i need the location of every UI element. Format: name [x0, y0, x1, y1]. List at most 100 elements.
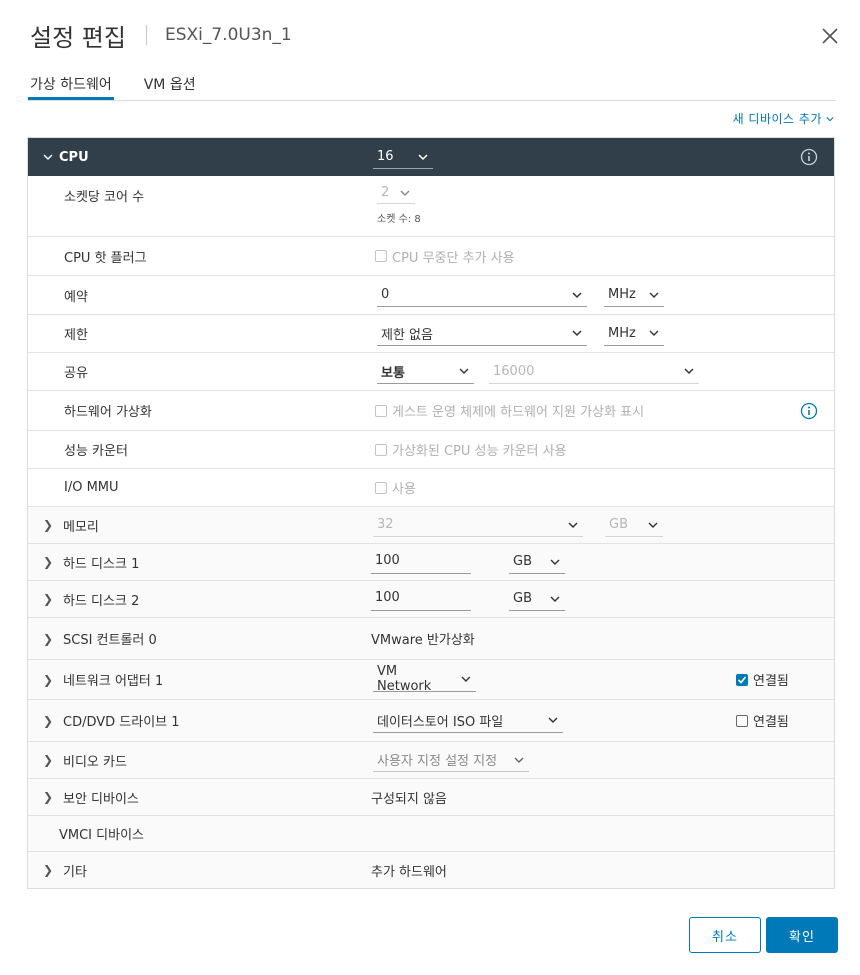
- iommu-checkbox-label: 사용: [392, 482, 416, 497]
- chevron-right-icon[interactable]: ❯: [43, 632, 57, 646]
- scsi-value: VMware 반가상화: [371, 633, 475, 648]
- hw-virtualization-label: 하드웨어 가상화: [64, 405, 152, 420]
- hard-disk-1-label-wrap: ❯ 하드 디스크 1: [43, 544, 139, 580]
- cpu-hot-plug-label: CPU 핫 플러그: [64, 250, 147, 266]
- chevron-right-icon[interactable]: ❯: [43, 555, 57, 569]
- hardware-grid: CPU 16 소켓당 코어 수 2 소켓 수: 8 CPU 핫 플러그 CPU …: [27, 137, 835, 889]
- limit-input[interactable]: 제한 없음: [377, 322, 587, 346]
- hard-disk-2-size-input[interactable]: 100: [371, 587, 471, 611]
- checkbox-box-checked: [736, 673, 748, 686]
- checkbox-box: [375, 481, 387, 494]
- cdrom-connected-checkbox[interactable]: 연결됨: [736, 711, 789, 730]
- other-row[interactable]: ❯ 기타 추가 하드웨어: [28, 852, 834, 888]
- chevron-down-icon: [572, 291, 582, 298]
- chevron-down-icon: [550, 596, 560, 602]
- reservation-unit-select[interactable]: MHz: [604, 283, 664, 307]
- chevron-down-icon[interactable]: [43, 152, 53, 162]
- cdrom-value: 데이터스토어 ISO 파일: [377, 714, 504, 730]
- reservation-unit: MHz: [608, 287, 636, 302]
- scsi-controller-row[interactable]: ❯ SCSI 컨트롤러 0 VMware 반가상화: [28, 618, 834, 660]
- memory-label-wrap: ❯ 메모리: [43, 507, 99, 543]
- dialog-title: 설정 편집: [30, 23, 126, 52]
- vm-name: ESXi_7.0U3n_1: [164, 25, 292, 45]
- cpu-row[interactable]: CPU 16: [28, 138, 834, 176]
- other-value: 추가 하드웨어: [371, 864, 447, 880]
- hard-disk-1-size-input[interactable]: 100: [371, 550, 471, 574]
- add-device-link[interactable]: 새 디바이스 추가: [733, 110, 834, 127]
- vmci-device-row: VMCI 디바이스: [28, 816, 834, 852]
- hw-virtualization-checkbox-label: 게스트 운영 체제에 하드웨어 지원 가상화 표시: [392, 405, 645, 420]
- chevron-down-icon: [459, 368, 469, 374]
- cpu-label-wrap: CPU: [43, 138, 89, 176]
- memory-input[interactable]: 32: [373, 513, 583, 537]
- limit-row: 제한 제한 없음 MHz: [28, 315, 834, 353]
- network-adapter-row[interactable]: ❯ 네트워크 어댑터 1 VM Network 연결됨: [28, 660, 834, 700]
- chevron-right-icon[interactable]: ❯: [43, 518, 57, 532]
- cpu-count-value: 16: [377, 149, 394, 164]
- chevron-down-icon: [649, 330, 659, 336]
- limit-label: 제한: [64, 328, 88, 343]
- memory-label: 메모리: [63, 519, 99, 535]
- cpu-hot-add-checkbox[interactable]: CPU 무중단 추가 사용: [375, 247, 515, 266]
- shares-level-select[interactable]: 보통: [377, 360, 474, 384]
- cancel-button[interactable]: 취소: [689, 917, 761, 953]
- hw-virtualization-checkbox[interactable]: 게스트 운영 체제에 하드웨어 지원 가상화 표시: [375, 401, 644, 420]
- tab-virtual-hardware[interactable]: 가상 하드웨어: [28, 70, 114, 100]
- cd-dvd-drive-row[interactable]: ❯ CD/DVD 드라이브 1 데이터스토어 ISO 파일 연결됨: [28, 700, 834, 742]
- perf-counters-checkbox[interactable]: 가상화된 CPU 성능 카운터 사용: [375, 440, 567, 459]
- limit-unit: MHz: [608, 325, 636, 341]
- cpu-count-select[interactable]: 16: [373, 145, 433, 169]
- network-label: 네트워크 어댑터 1: [63, 674, 164, 689]
- limit-unit-select[interactable]: MHz: [604, 322, 664, 346]
- video-select[interactable]: 사용자 지정 설정 지정: [373, 748, 529, 772]
- chevron-down-icon: [400, 190, 410, 196]
- memory-row[interactable]: ❯ 메모리 32 GB: [28, 507, 834, 544]
- network-connected-label: 연결됨: [753, 674, 789, 689]
- video-card-row[interactable]: ❯ 비디오 카드 사용자 지정 설정 지정: [28, 742, 834, 779]
- perf-counters-checkbox-label: 가상화된 CPU 성능 카운터 사용: [392, 444, 567, 459]
- memory-unit-select[interactable]: GB: [605, 513, 663, 537]
- hard-disk-2-unit: GB: [513, 591, 532, 606]
- hard-disk-2-row[interactable]: ❯ 하드 디스크 2 100 GB: [28, 581, 834, 618]
- reservation-input[interactable]: 0: [377, 283, 587, 307]
- chevron-down-icon: [550, 559, 560, 565]
- tab-vm-options[interactable]: VM 옵션: [142, 70, 198, 100]
- chevron-right-icon[interactable]: ❯: [43, 790, 57, 804]
- chevron-right-icon[interactable]: ❯: [43, 753, 57, 767]
- vmci-label: VMCI 디바이스: [59, 828, 144, 843]
- video-label: 비디오 카드: [63, 754, 127, 770]
- network-value: VM Network: [377, 664, 432, 694]
- network-select[interactable]: VM Network: [373, 664, 476, 694]
- chevron-right-icon[interactable]: ❯: [43, 714, 57, 728]
- cores-per-socket-value: 2: [381, 185, 390, 200]
- iommu-checkbox[interactable]: 사용: [375, 478, 416, 497]
- checkbox-box: [736, 714, 748, 727]
- chevron-right-icon[interactable]: ❯: [43, 673, 57, 687]
- shares-value-input[interactable]: 16000: [489, 360, 699, 384]
- hard-disk-1-label: 하드 디스크 1: [63, 556, 140, 572]
- close-icon[interactable]: [818, 24, 842, 48]
- chevron-right-icon[interactable]: ❯: [43, 863, 57, 877]
- network-connected-checkbox[interactable]: 연결됨: [736, 670, 789, 689]
- title-divider: [145, 25, 147, 45]
- reservation-value: 0: [381, 287, 390, 302]
- cores-per-socket-select[interactable]: 2: [377, 182, 415, 204]
- hard-disk-2-label-wrap: ❯ 하드 디스크 2: [43, 581, 139, 617]
- ok-button[interactable]: 확인: [766, 917, 838, 953]
- info-icon[interactable]: [800, 402, 818, 420]
- cdrom-connected-label: 연결됨: [753, 715, 789, 730]
- cdrom-select[interactable]: 데이터스토어 ISO 파일: [373, 709, 563, 733]
- security-label: 보안 디바이스: [63, 791, 139, 807]
- scsi-label-wrap: ❯ SCSI 컨트롤러 0: [43, 618, 157, 659]
- chevron-down-icon: [572, 330, 582, 337]
- hard-disk-2-unit-select[interactable]: GB: [509, 587, 565, 611]
- chevron-down-icon: [418, 153, 428, 160]
- perf-counters-row: 성능 카운터 가상화된 CPU 성능 카운터 사용: [28, 431, 834, 469]
- hard-disk-1-row[interactable]: ❯ 하드 디스크 1 100 GB: [28, 544, 834, 581]
- info-icon[interactable]: [800, 148, 818, 166]
- chevron-right-icon[interactable]: ❯: [43, 592, 57, 606]
- add-device-label: 새 디바이스 추가: [732, 112, 822, 126]
- security-device-row[interactable]: ❯ 보안 디바이스 구성되지 않음: [28, 779, 834, 816]
- chevron-down-icon: [649, 292, 659, 298]
- hard-disk-1-unit-select[interactable]: GB: [509, 550, 565, 574]
